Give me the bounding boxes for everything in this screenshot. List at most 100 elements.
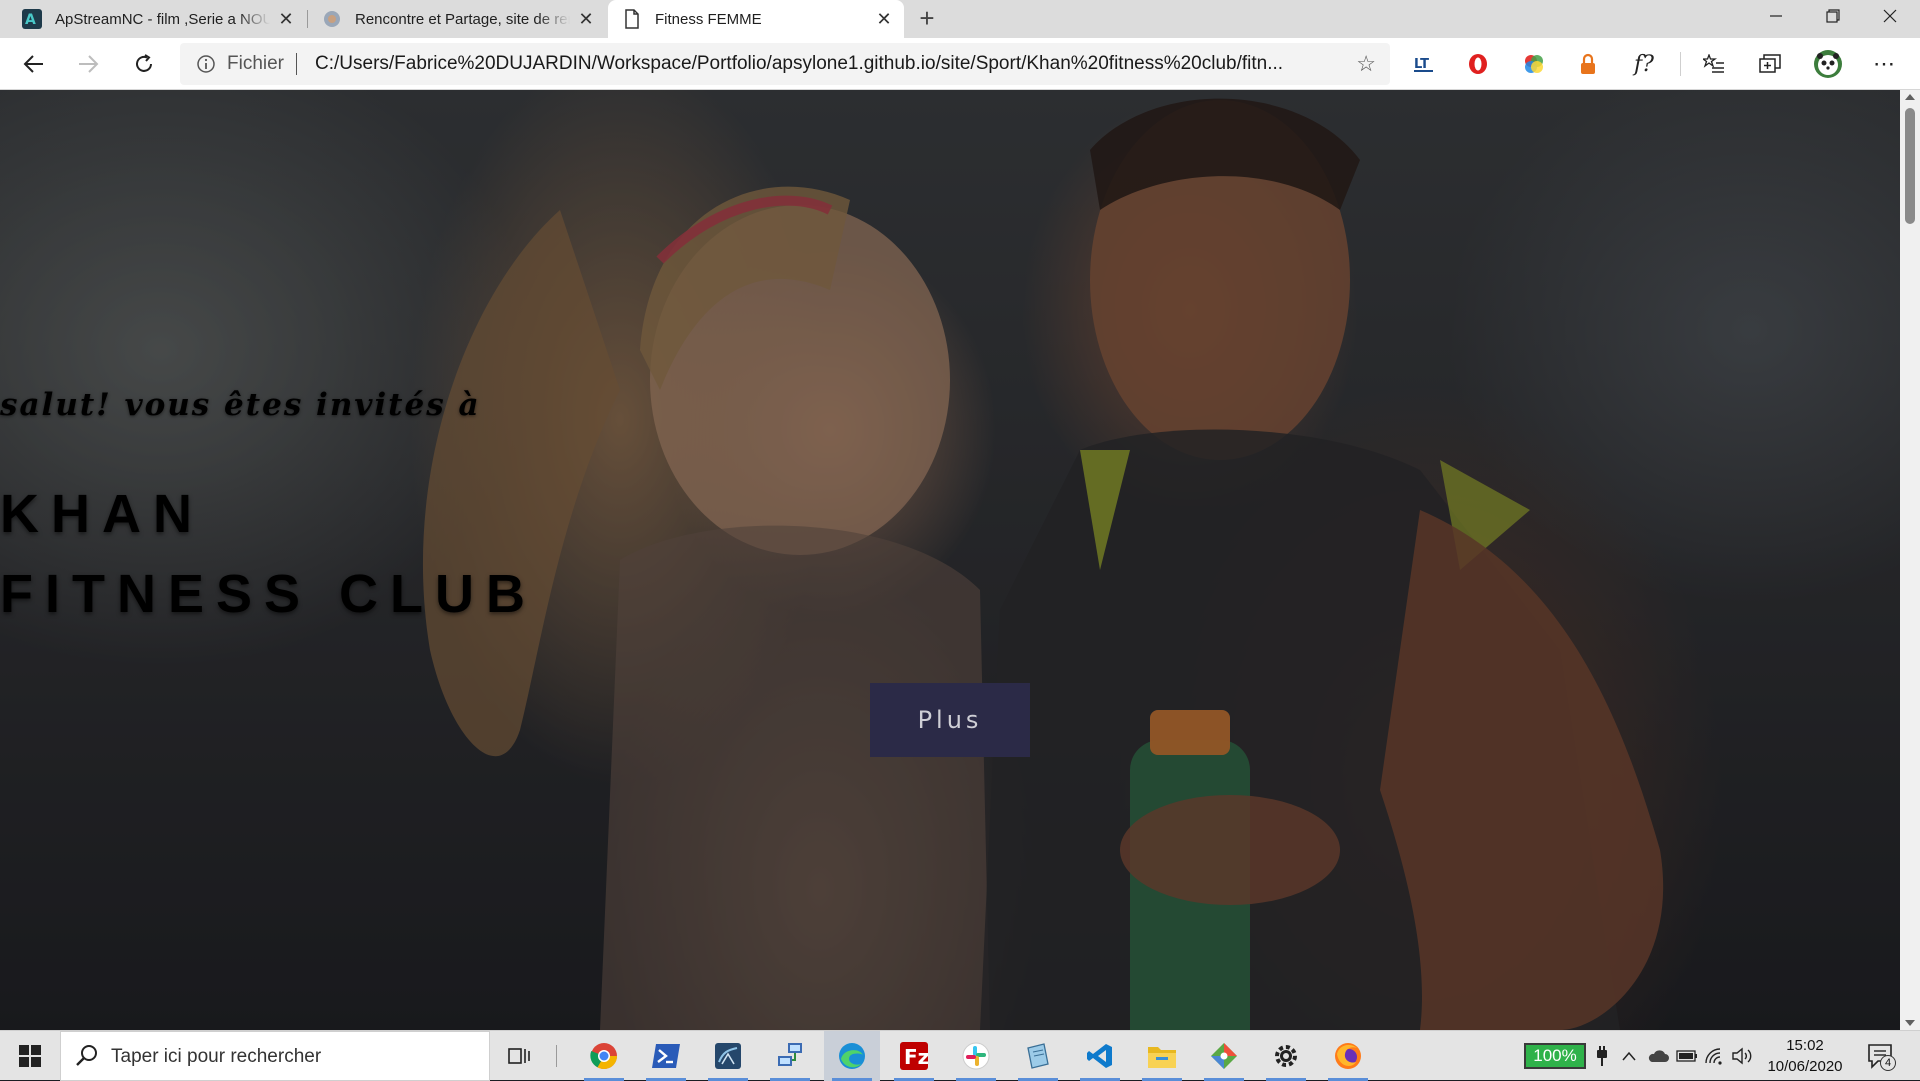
hero-invite-text: salut! vous êtes invités à (0, 387, 481, 423)
arrow-right-icon (79, 55, 99, 73)
page-scrollbar[interactable] (1900, 90, 1920, 1030)
tab-fitness-femme[interactable]: Fitness FEMME ✕ (608, 0, 904, 38)
tab-strip: A ApStreamNC - film ,Serie a NOUVEAU ✕ R… (0, 0, 1920, 38)
task-view-icon (508, 1048, 530, 1064)
close-window-button[interactable] (1862, 0, 1918, 32)
slack-app[interactable] (948, 1031, 1004, 1081)
notepad-app[interactable] (1010, 1031, 1066, 1081)
vscode-app[interactable] (1072, 1031, 1128, 1081)
colorful-pinwheel-icon[interactable] (1518, 48, 1550, 80)
translate-icon[interactable]: LT (1408, 48, 1440, 80)
plus-button[interactable]: Plus (870, 683, 1030, 757)
toolbar-divider (1680, 52, 1681, 76)
clock-date: 10/06/2020 (1767, 1058, 1843, 1075)
dark-overlay (0, 90, 1900, 1030)
settings-app[interactable] (1258, 1031, 1314, 1081)
start-button[interactable] (0, 1031, 60, 1081)
network-computers-icon (778, 1043, 802, 1066)
tab-title: Fitness FEMME (655, 10, 762, 28)
clock-time: 15:02 (1786, 1037, 1824, 1054)
powershell-icon (652, 1044, 680, 1068)
more-menu-icon[interactable]: ⋯ (1868, 48, 1900, 80)
refresh-icon (136, 54, 152, 72)
url-text[interactable]: C:/Users/Fabrice%20DUJARDIN/Workspace/Po… (315, 53, 1325, 75)
arrow-left-icon (23, 55, 43, 73)
favorites-list-icon[interactable] (1698, 48, 1730, 80)
favorite-star-icon[interactable]: ☆ (1356, 53, 1376, 75)
notification-count-badge: 4 (1880, 1055, 1896, 1071)
apstream-favicon-icon: A (22, 9, 42, 29)
info-icon[interactable] (196, 54, 216, 74)
task-view-button[interactable] (492, 1031, 548, 1081)
page-icon (625, 9, 639, 29)
refresh-button[interactable] (126, 46, 162, 82)
powershell-app[interactable] (638, 1031, 694, 1081)
restore-button[interactable] (1805, 0, 1861, 32)
firefox-app[interactable] (1320, 1031, 1376, 1081)
hero-title-line1: KHAN (0, 484, 204, 544)
battery-percent-badge[interactable]: 100% (1524, 1043, 1586, 1069)
wifi-icon[interactable] (1702, 1031, 1728, 1081)
lock-orange-icon[interactable] (1572, 48, 1604, 80)
font-finder-icon[interactable]: f? (1628, 48, 1660, 80)
opera-icon[interactable] (1462, 48, 1494, 80)
database-tool-icon (715, 1043, 741, 1069)
file-explorer-app[interactable] (1134, 1031, 1190, 1081)
onedrive-cloud-icon[interactable] (1644, 1031, 1672, 1081)
forward-button[interactable] (70, 46, 106, 82)
notepad-icon (1027, 1043, 1049, 1069)
scroll-thumb[interactable] (1905, 108, 1915, 224)
close-tab-icon[interactable]: ✕ (276, 9, 296, 29)
close-tab-icon[interactable]: ✕ (874, 9, 894, 29)
minimize-button[interactable] (1748, 0, 1804, 32)
chrome-app[interactable] (576, 1031, 632, 1081)
tab-title: ApStreamNC - film ,Serie a NOUVEAU (55, 10, 270, 28)
edge-icon (839, 1043, 865, 1069)
collections-icon[interactable] (1754, 48, 1786, 80)
scroll-up-icon[interactable] (1905, 94, 1915, 100)
address-bar[interactable]: Fichier C:/Users/Fabrice%20DUJARDIN/Work… (180, 43, 1390, 85)
hero-title-line2: FITNESS CLUB (0, 564, 538, 624)
volume-icon[interactable] (1730, 1031, 1756, 1081)
folder-icon (1148, 1047, 1176, 1068)
power-plug-icon[interactable] (1590, 1031, 1614, 1081)
tab-apstream[interactable]: A ApStreamNC - film ,Serie a NOUVEAU ✕ (0, 0, 306, 38)
svg-text:LT: LT (1414, 57, 1429, 72)
git-app[interactable] (1196, 1031, 1252, 1081)
minimize-icon (1770, 15, 1782, 17)
close-tab-icon[interactable]: ✕ (576, 9, 596, 29)
edge-app[interactable] (824, 1031, 880, 1081)
close-icon (1883, 9, 1897, 23)
network-app[interactable] (762, 1031, 818, 1081)
gear-icon (1275, 1045, 1297, 1067)
search-icon (76, 1045, 97, 1066)
slack-icon (962, 1042, 990, 1070)
vscode-icon (1087, 1044, 1112, 1068)
svg-text:A: A (25, 12, 36, 28)
globe-favicon-icon (324, 11, 340, 27)
git-client-icon (1211, 1043, 1237, 1069)
taskbar-divider (556, 1045, 557, 1067)
search-placeholder: Taper ici pour rechercher (111, 1046, 322, 1067)
scheme-divider (296, 53, 297, 75)
firefox-icon (1335, 1043, 1361, 1069)
navigation-bar: Fichier C:/Users/Fabrice%20DUJARDIN/Work… (0, 38, 1920, 90)
chrome-icon (590, 1043, 618, 1070)
hero-section: salut! vous êtes invités à KHAN FITNESS … (0, 90, 1900, 1030)
filezilla-icon: Fz (900, 1042, 928, 1070)
taskbar-search[interactable]: Taper ici pour rechercher (60, 1031, 490, 1081)
battery-icon[interactable] (1674, 1031, 1700, 1081)
system-clock[interactable]: 15:02 10/06/2020 (1760, 1035, 1850, 1077)
chevron-up-icon[interactable] (1616, 1031, 1642, 1081)
scroll-down-icon[interactable] (1905, 1020, 1915, 1026)
profile-avatar-icon[interactable] (1812, 48, 1844, 80)
tab-rencontre[interactable]: Rencontre et Partage, site de rencontre … (308, 0, 606, 38)
scheme-label: Fichier (227, 53, 285, 74)
back-button[interactable] (16, 46, 52, 82)
new-tab-button[interactable]: + (912, 4, 942, 34)
filezilla-app[interactable]: Fz (886, 1031, 942, 1081)
mysql-workbench-app[interactable] (700, 1031, 756, 1081)
restore-icon (1826, 9, 1840, 23)
windows-logo-icon (19, 1045, 41, 1067)
windows-taskbar: Taper ici pour rechercher Fz 100% 15:02 … (0, 1030, 1920, 1081)
